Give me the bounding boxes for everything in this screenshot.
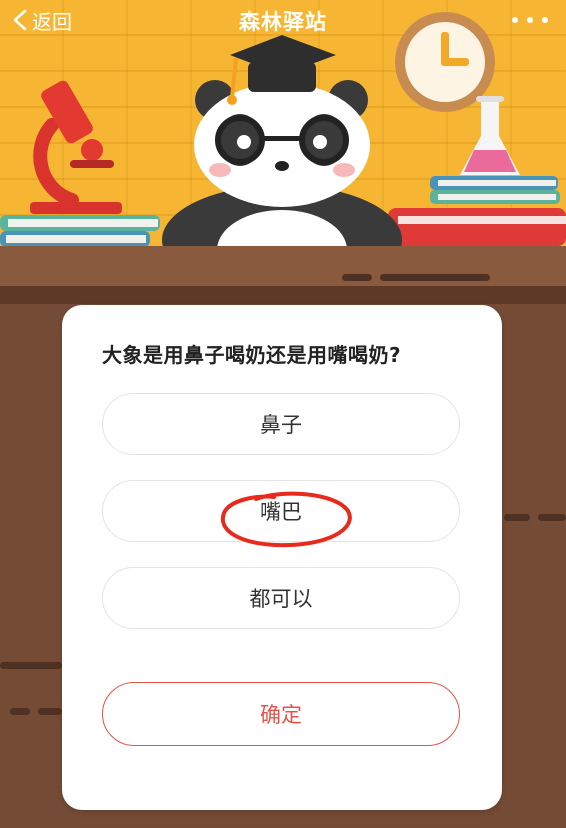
- desk-groove: [342, 274, 372, 281]
- more-dots-icon[interactable]: [512, 8, 548, 32]
- quiz-card: 大象是用鼻子喝奶还是用嘴喝奶? 鼻子 嘴巴 都可以 确定: [62, 305, 502, 810]
- top-navigation-bar: 返回 森林驿站: [0, 0, 566, 40]
- microscope-icon: [30, 80, 122, 214]
- confirm-button[interactable]: 确定: [102, 682, 460, 746]
- desk-groove: [380, 274, 490, 281]
- header-illustration: 返回 森林驿站: [0, 0, 566, 250]
- desk-groove: [38, 708, 62, 715]
- page-title: 森林驿站: [239, 10, 327, 34]
- books-left-icon: [0, 215, 160, 247]
- option-label: 都可以: [249, 587, 313, 611]
- flask-icon: [460, 96, 520, 175]
- panda-mascot: [162, 35, 402, 250]
- books-right-icon: [388, 176, 566, 246]
- quiz-question: 大象是用鼻子喝奶还是用嘴喝奶?: [102, 343, 402, 367]
- desk-groove: [0, 662, 62, 669]
- option-label: 嘴巴: [260, 500, 302, 524]
- confirm-label: 确定: [260, 703, 302, 727]
- option-button-nose[interactable]: 鼻子: [102, 393, 460, 455]
- desk-groove: [10, 708, 30, 715]
- option-button-mouth[interactable]: 嘴巴: [102, 480, 460, 542]
- option-button-either[interactable]: 都可以: [102, 567, 460, 629]
- desk-groove: [538, 514, 566, 521]
- desk-groove: [504, 514, 530, 521]
- desk-edge: [0, 286, 566, 304]
- option-label: 鼻子: [260, 413, 302, 437]
